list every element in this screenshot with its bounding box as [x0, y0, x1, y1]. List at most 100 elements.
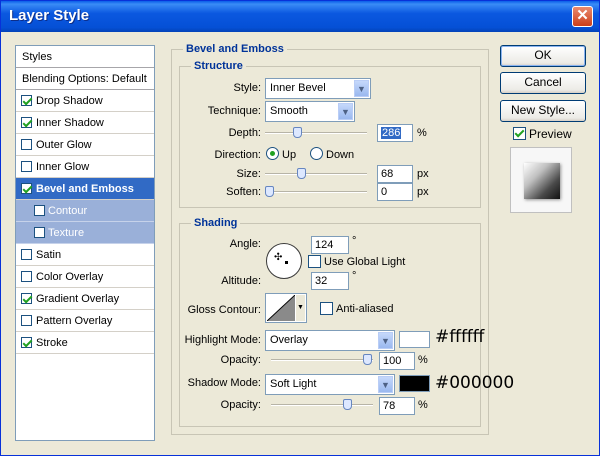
technique-value: Smooth: [270, 105, 308, 117]
slider-thumb[interactable]: [363, 354, 372, 365]
style-value: Inner Bevel: [270, 82, 326, 94]
depth-label: Depth:: [228, 127, 261, 139]
style-item-bevel-emboss[interactable]: Bevel and Emboss: [16, 178, 154, 200]
close-button[interactable]: ✕: [572, 6, 593, 27]
highlight-opacity-input[interactable]: 100: [379, 352, 415, 370]
outer-glow-checkbox[interactable]: [21, 139, 32, 150]
texture-checkbox[interactable]: [34, 227, 45, 238]
style-item-label: Gradient Overlay: [36, 293, 120, 305]
shading-title: Shading: [191, 217, 241, 229]
slider-thumb[interactable]: [265, 186, 274, 197]
highlight-color-swatch[interactable]: [399, 331, 430, 348]
preview-label[interactable]: Preview: [529, 127, 572, 141]
highlight-mode-value: Overlay: [270, 334, 308, 346]
style-item-inner-glow[interactable]: Inner Glow: [16, 156, 154, 178]
use-global-light-checkbox[interactable]: [308, 255, 321, 268]
dialog-title: Layer Style: [9, 7, 90, 24]
styles-list: Styles Blending Options: Default Drop Sh…: [15, 45, 155, 441]
satin-checkbox[interactable]: [21, 249, 32, 260]
style-item-label: Inner Shadow: [36, 117, 104, 129]
size-slider[interactable]: [265, 168, 367, 179]
styles-header[interactable]: Styles: [16, 46, 154, 68]
preview-checkbox[interactable]: [513, 127, 526, 140]
style-label: Style:: [233, 82, 261, 94]
gloss-contour-picker[interactable]: ▼: [265, 293, 307, 323]
slider-thumb[interactable]: [343, 399, 352, 410]
new-style-button[interactable]: New Style...: [500, 100, 586, 122]
blending-options-item[interactable]: Blending Options: Default: [16, 68, 154, 90]
depth-value: 286: [381, 127, 402, 139]
slider-thumb[interactable]: [297, 168, 306, 179]
shadow-opacity-slider[interactable]: [271, 399, 373, 410]
angle-input[interactable]: 124: [311, 236, 349, 254]
light-direction-dot: [285, 261, 288, 264]
style-item-satin[interactable]: Satin: [16, 244, 154, 266]
shadow-opacity-input[interactable]: 78: [379, 397, 415, 415]
direction-label: Direction:: [214, 149, 261, 161]
direction-up-label[interactable]: Up: [282, 149, 296, 161]
style-item-inner-shadow[interactable]: Inner Shadow: [16, 112, 154, 134]
drop-shadow-checkbox[interactable]: [21, 95, 32, 106]
shadow-mode-value: Soft Light: [270, 378, 317, 390]
angle-unit: °: [352, 235, 357, 247]
slider-track: [271, 359, 373, 361]
shadow-mode-label: Shadow Mode:: [187, 377, 261, 389]
style-item-label: Drop Shadow: [36, 95, 103, 107]
technique-select[interactable]: Smooth ▼: [265, 101, 355, 122]
style-select[interactable]: Inner Bevel ▼: [265, 78, 371, 99]
style-item-stroke[interactable]: Stroke: [16, 332, 154, 354]
contour-checkbox[interactable]: [34, 205, 45, 216]
highlight-mode-select[interactable]: Overlay ▼: [265, 330, 395, 351]
use-global-light-label[interactable]: Use Global Light: [324, 256, 405, 268]
shadow-opacity-label: Opacity:: [220, 399, 261, 411]
altitude-input[interactable]: 32: [311, 272, 349, 290]
style-item-color-overlay[interactable]: Color Overlay: [16, 266, 154, 288]
ok-button[interactable]: OK: [500, 45, 586, 67]
style-item-gradient-overlay[interactable]: Gradient Overlay: [16, 288, 154, 310]
style-item-drop-shadow[interactable]: Drop Shadow: [16, 90, 154, 112]
color-overlay-checkbox[interactable]: [21, 271, 32, 282]
gradient-overlay-checkbox[interactable]: [21, 293, 32, 304]
highlight-opacity-unit: %: [418, 354, 428, 366]
inner-shadow-checkbox[interactable]: [21, 117, 32, 128]
altitude-label: Altitude:: [221, 275, 261, 287]
depth-input[interactable]: 286: [377, 124, 413, 142]
bevel-emboss-checkbox[interactable]: [21, 183, 32, 194]
direction-up-radio[interactable]: [266, 147, 279, 160]
size-label: Size:: [236, 168, 261, 180]
chevron-down-icon: ▼: [296, 295, 305, 321]
slider-thumb[interactable]: [293, 127, 302, 138]
anti-aliased-label[interactable]: Anti-aliased: [336, 303, 393, 315]
highlight-opacity-slider[interactable]: [271, 354, 373, 365]
style-item-texture[interactable]: Texture: [16, 222, 154, 244]
layer-style-dialog: Layer Style ✕ Styles Blending Options: D…: [0, 0, 600, 456]
style-item-contour[interactable]: Contour: [16, 200, 154, 222]
title-bar[interactable]: Layer Style ✕: [1, 1, 599, 32]
contour-curve-icon: [267, 295, 295, 321]
gloss-contour-label: Gloss Contour:: [187, 304, 261, 316]
slider-track: [265, 132, 367, 134]
check-mark-icon: [514, 128, 525, 139]
pattern-overlay-checkbox[interactable]: [21, 315, 32, 326]
style-item-outer-glow[interactable]: Outer Glow: [16, 134, 154, 156]
cancel-button[interactable]: Cancel: [500, 72, 586, 94]
soften-slider[interactable]: [265, 186, 367, 197]
size-input[interactable]: 68: [377, 165, 413, 183]
style-item-label: Outer Glow: [36, 139, 92, 151]
soften-label: Soften:: [226, 186, 261, 198]
bevel-emboss-title: Bevel and Emboss: [183, 43, 287, 55]
direction-down-label[interactable]: Down: [326, 149, 354, 161]
structure-title: Structure: [191, 60, 246, 72]
highlight-mode-label: Highlight Mode:: [184, 334, 261, 346]
direction-down-radio[interactable]: [310, 147, 323, 160]
soften-input[interactable]: 0: [377, 183, 413, 201]
stroke-checkbox[interactable]: [21, 337, 32, 348]
depth-slider[interactable]: [265, 127, 367, 138]
angle-dial[interactable]: ✣: [266, 243, 302, 279]
style-item-pattern-overlay[interactable]: Pattern Overlay: [16, 310, 154, 332]
chevron-down-icon: ▼: [338, 103, 353, 120]
shadow-mode-select[interactable]: Soft Light ▼: [265, 374, 395, 395]
anti-aliased-checkbox[interactable]: [320, 302, 333, 315]
shadow-color-swatch[interactable]: [399, 375, 430, 392]
inner-glow-checkbox[interactable]: [21, 161, 32, 172]
